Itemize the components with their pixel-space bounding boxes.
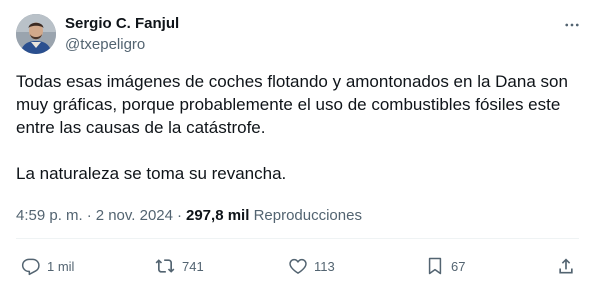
more-icon	[565, 23, 579, 27]
retweet-count: 741	[182, 258, 204, 274]
share-icon	[559, 258, 573, 274]
reply-icon	[21, 258, 40, 276]
tweet-paragraph: Todas esas imágenes de coches flotando y…	[16, 72, 568, 137]
views-label: Reproducciones	[253, 207, 362, 224]
tweet-meta: 4:59 p. m. · 2 nov. 2024 · 297,8 mil Reprodu…	[16, 207, 362, 225]
bookmark-icon	[428, 257, 442, 275]
divider	[16, 238, 579, 239]
views-count: 297,8 mil	[186, 207, 250, 224]
meta-separator: ·	[177, 207, 182, 224]
bookmark-count: 67	[451, 258, 466, 274]
tweet-time[interactable]: 4:59 p. m.	[16, 207, 83, 224]
reply-button[interactable]: 1 mil	[21, 255, 74, 277]
bookmark-button[interactable]: 67	[425, 255, 465, 277]
reply-count: 1 mil	[47, 258, 75, 274]
avatar-image	[16, 14, 56, 54]
tweet-card: Sergio C. Fanjul @txepeligro Todas esas …	[0, 0, 595, 296]
avatar[interactable]	[16, 14, 56, 54]
more-options-button[interactable]	[561, 14, 583, 36]
meta-separator: ·	[86, 207, 92, 224]
author-handle[interactable]: @txepeligro	[65, 36, 145, 54]
like-count: 113	[314, 258, 335, 274]
author-name[interactable]: Sergio C. Fanjul	[65, 15, 179, 33]
tweet-date[interactable]: 2 nov. 2024	[96, 207, 173, 224]
retweet-button[interactable]: 741	[154, 255, 204, 277]
tweet-text: Todas esas imágenes de coches flotando y…	[16, 70, 581, 185]
share-button[interactable]	[556, 255, 576, 277]
tweet-paragraph: La naturaleza se toma su revancha.	[16, 164, 287, 183]
like-button[interactable]: 113	[288, 255, 335, 277]
retweet-icon	[155, 259, 175, 273]
heart-icon	[289, 258, 307, 274]
